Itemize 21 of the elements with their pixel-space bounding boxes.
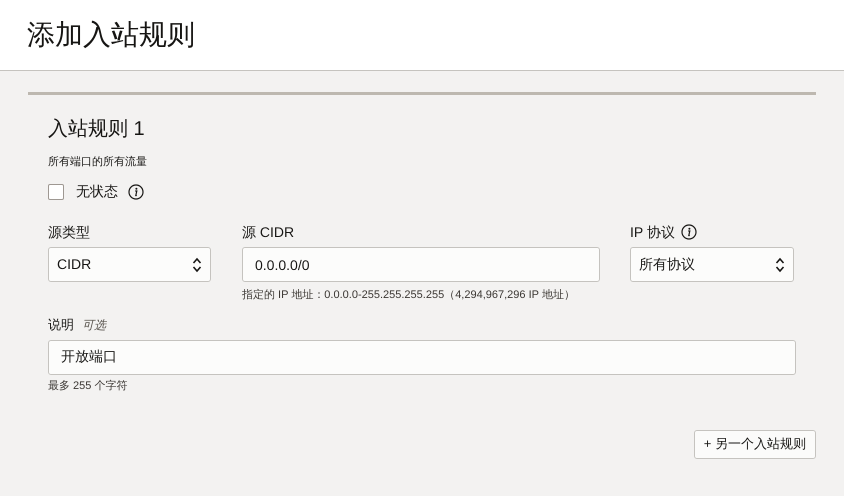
help-text: 指定的 IP 地址：0.0.0.0-255.255.255.255（4,294,967,296 IP 地址） [242, 288, 576, 303]
source-type-select[interactable]: CIDR [48, 247, 211, 282]
checkbox[interactable] [48, 184, 64, 200]
checkbox-label: 无状态 [76, 182, 118, 201]
info-icon[interactable] [128, 184, 144, 200]
help-text: 最多 255 个字符 [48, 378, 128, 392]
rule-heading: 入站规则 1 [48, 117, 146, 141]
field-label: 源类型 [48, 223, 91, 241]
cidr-input[interactable]: 0.0.0.0/0 [242, 247, 600, 282]
description-input[interactable]: 开放端口 [48, 340, 796, 374]
chevron-icon [192, 256, 202, 272]
field-label: 源 CIDR [242, 223, 296, 241]
protocol-select[interactable]: 所有协议 [630, 247, 794, 282]
page-title: 添加入站规则 [27, 21, 195, 49]
add-rule-button[interactable]: + 另一个入站规则 [694, 430, 816, 458]
field-label: IP 协议 [630, 223, 675, 241]
optional-label: 可选 [82, 317, 106, 334]
info-icon[interactable] [680, 224, 697, 240]
rule-summary: 所有端口的所有流量 [48, 155, 148, 169]
field-label: 说明 [48, 316, 74, 334]
chevron-icon [775, 256, 785, 272]
